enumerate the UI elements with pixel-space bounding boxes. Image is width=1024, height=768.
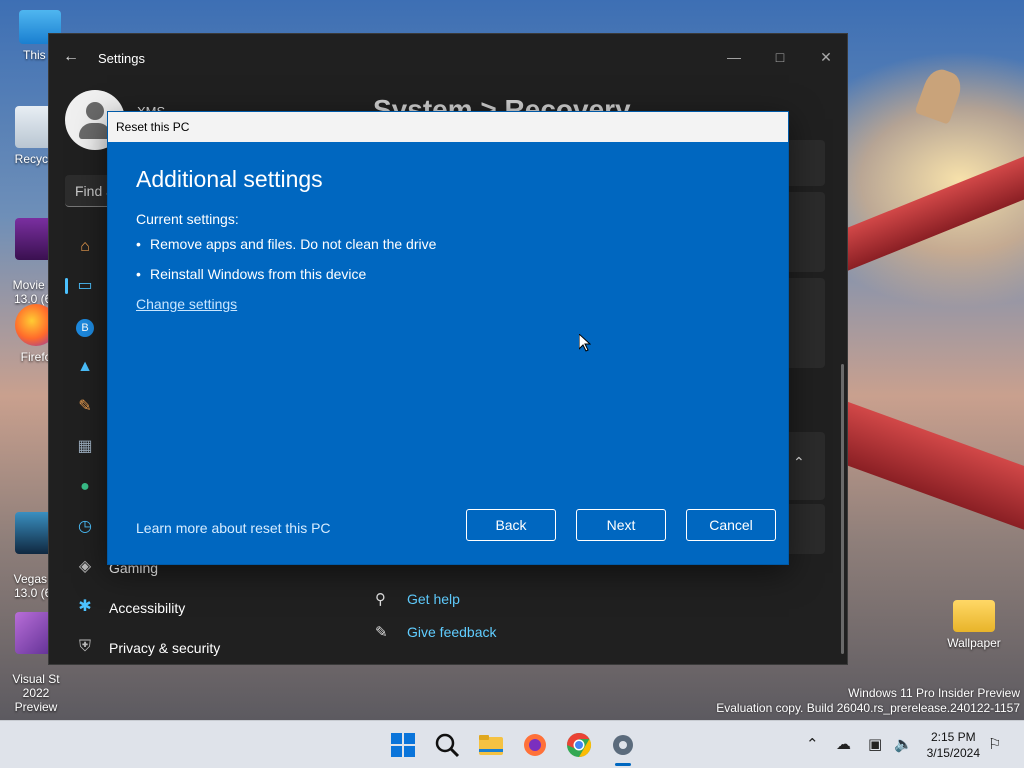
dialog-title: Reset this PC (116, 120, 190, 134)
dialog-heading: Additional settings (136, 166, 323, 192)
settings-card[interactable] (789, 278, 825, 368)
window-title: Settings (98, 51, 145, 66)
taskbar: ⌃ ☁ ▣ 🔈 2:15 PM 3/15/2024 ⚐ (0, 720, 1024, 768)
dialog-titlebar: Reset this PC (108, 112, 788, 142)
help-icon: ⚲ (375, 591, 386, 608)
scrollbar[interactable] (841, 364, 844, 654)
notification-bell-icon[interactable]: ⚐ (988, 735, 1001, 753)
setting-item: Remove apps and files. Do not clean the … (150, 236, 437, 252)
gamepad-icon[interactable]: ◈ (75, 557, 95, 577)
bullet-icon: • (136, 236, 141, 252)
onedrive-icon[interactable]: ☁ (836, 735, 851, 753)
firefox-icon[interactable] (521, 731, 549, 759)
desktop-icon-label: Wallpaper (947, 636, 1001, 650)
active-app-indicator (615, 763, 631, 766)
apps-icon[interactable]: ▦ (75, 437, 95, 457)
windows-watermark: Windows 11 Pro Insider Preview Evaluatio… (716, 686, 1020, 716)
windows-start-icon[interactable] (389, 731, 417, 759)
bluetooth-icon[interactable]: B (75, 317, 95, 337)
brush-icon[interactable]: ✎ (75, 397, 95, 417)
watermark-line-2: Evaluation copy. Build 26040.rs_prerelea… (716, 701, 1020, 715)
accounts-icon[interactable]: ● (75, 477, 95, 497)
shield-icon[interactable]: ⛨ (75, 637, 95, 657)
file-explorer-icon[interactable] (477, 731, 505, 759)
reset-pc-dialog: Reset this PC Additional settings Curren… (107, 111, 789, 565)
wifi-icon[interactable]: ▲ (75, 357, 95, 377)
watermark-line-1: Windows 11 Pro Insider Preview (848, 686, 1020, 700)
home-icon[interactable]: ⌂ (75, 237, 95, 257)
time-language-icon[interactable]: ◷ (75, 517, 95, 537)
selection-indicator (65, 278, 68, 294)
taskbar-clock[interactable]: 2:15 PM 3/15/2024 (927, 729, 980, 761)
give-feedback-link[interactable]: Give feedback (407, 624, 497, 640)
mouse-cursor-icon (579, 334, 591, 352)
volume-muted-icon[interactable]: 🔈 (894, 735, 913, 753)
nav-item-privacy-security[interactable]: Privacy & security (109, 640, 220, 656)
clock-date: 3/15/2024 (926, 746, 980, 760)
wallpaper-plane (914, 65, 966, 125)
desktop-icon-label: Visual St 2022 Preview (12, 672, 60, 714)
desktop-icon-wallpaper[interactable]: Wallpaper (938, 600, 1010, 650)
settings-titlebar: ← Settings — □ ✕ (49, 34, 847, 82)
change-settings-link[interactable]: Change settings (136, 296, 237, 312)
nav-item-accessibility[interactable]: Accessibility (109, 600, 185, 616)
system-icon[interactable]: ▭ (75, 276, 95, 296)
cancel-button[interactable]: Cancel (686, 509, 776, 541)
feedback-icon: ✎ (375, 624, 388, 641)
bullet-icon: • (136, 266, 141, 282)
search-icon[interactable] (433, 731, 461, 759)
learn-more-link[interactable]: Learn more about reset this PC (136, 520, 331, 536)
chevron-up-icon[interactable]: ⌃ (806, 735, 819, 753)
current-settings-label: Current settings: (136, 211, 239, 227)
network-icon[interactable]: ▣ (868, 735, 882, 753)
minimize-icon[interactable]: — (719, 42, 749, 72)
close-icon[interactable]: ✕ (811, 42, 841, 72)
chrome-icon[interactable] (565, 731, 593, 759)
back-arrow-icon[interactable]: ← (63, 48, 79, 66)
folder-icon (953, 600, 995, 632)
chevron-up-icon[interactable]: ⌃ (793, 454, 805, 471)
setting-item: Reinstall Windows from this device (150, 266, 367, 282)
get-help-link[interactable]: Get help (407, 591, 460, 607)
desktop-icon-label: Firefo (20, 350, 52, 364)
settings-card-expand[interactable]: ⌃ (789, 432, 825, 500)
settings-card (789, 504, 825, 554)
clock-time: 2:15 PM (930, 730, 976, 744)
maximize-icon[interactable]: □ (765, 42, 795, 72)
back-button[interactable]: Back (466, 509, 556, 541)
accessibility-icon[interactable]: ✱ (75, 597, 95, 617)
next-button[interactable]: Next (576, 509, 666, 541)
settings-gear-icon[interactable] (609, 731, 637, 759)
settings-card[interactable] (789, 192, 825, 272)
settings-card (789, 140, 825, 186)
